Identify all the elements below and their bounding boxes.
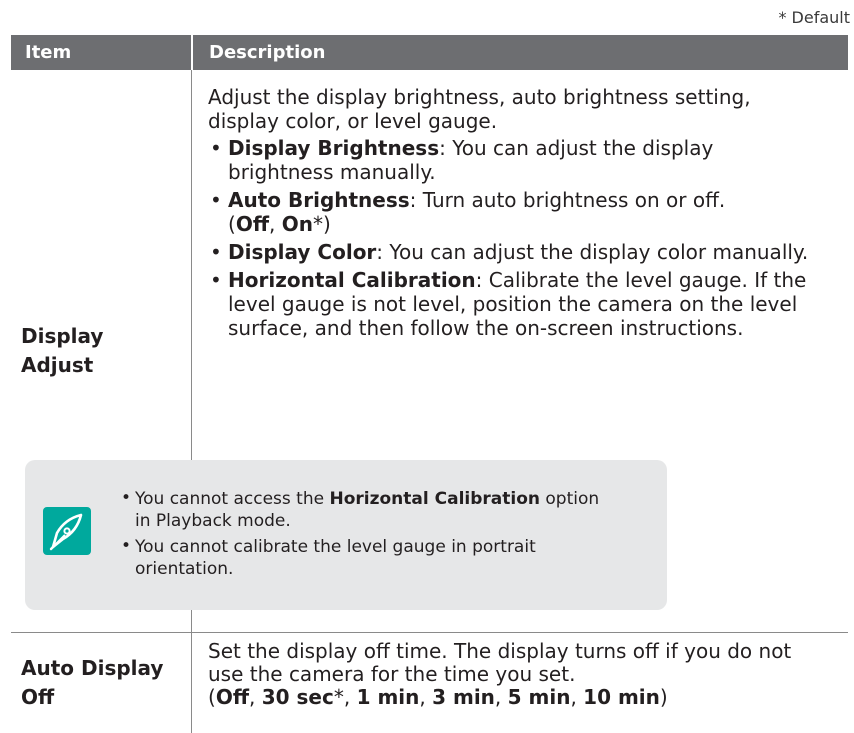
item-label-line: Display (21, 324, 104, 348)
description-cell: Set the display off time. The display tu… (191, 633, 848, 733)
option-list: Display Brightness: You can adjust the d… (208, 136, 842, 340)
default-mark: * (333, 685, 344, 709)
desc-text: Set the display off time. The display tu… (208, 639, 792, 663)
table-row: Display Adjust Adjust the display bright… (11, 70, 848, 633)
list-item: Display Color: You can adjust the displa… (208, 240, 842, 264)
note-text: in Playback mode. (135, 511, 291, 531)
note-box: You cannot access the Horizontal Calibra… (25, 460, 667, 610)
note-text: You cannot access the (135, 489, 330, 509)
default-note: * Default (778, 8, 850, 27)
table-row: Auto Display Off Set the display off tim… (11, 633, 848, 733)
option-value: 10 min (583, 685, 660, 709)
note-text: option (539, 489, 600, 509)
note-text: You cannot calibrate the level gauge in … (135, 537, 536, 557)
option-value: Off (215, 685, 250, 709)
list-item: You cannot calibrate the level gauge in … (121, 535, 653, 580)
option-value: Off (235, 212, 270, 236)
term-desc: : Calibrate the level gauge. If the (475, 268, 807, 292)
desc-text: use the camera for the time you set. (208, 662, 576, 686)
option-value: 5 min (507, 685, 571, 709)
term-desc: : You can adjust the display color manua… (376, 240, 809, 264)
list-item: Auto Brightness: Turn auto brightness on… (208, 188, 842, 236)
default-mark: * (312, 212, 323, 236)
term-desc: : You can adjust the display (439, 136, 714, 160)
term-desc: : Turn auto brightness on or off. (409, 188, 726, 212)
item-label-line: Adjust (21, 353, 94, 377)
header-item: Item (25, 42, 72, 63)
term: Horizontal Calibration (228, 268, 476, 292)
option-value: On (281, 212, 313, 236)
option-value: 3 min (432, 685, 495, 709)
term-desc: level gauge is not level, position the c… (228, 292, 798, 316)
note-term: Horizontal Calibration (329, 489, 540, 509)
header-description: Description (191, 35, 848, 70)
term-desc: surface, and then follow the on-screen i… (228, 316, 744, 340)
term: Display Color (228, 240, 377, 264)
list-item: Display Brightness: You can adjust the d… (208, 136, 842, 184)
pen-nib-icon (43, 507, 91, 555)
intro-text: display color, or level gauge. (208, 109, 498, 133)
option-value: 30 sec (261, 685, 334, 709)
item-cell: Auto Display Off (11, 633, 191, 733)
intro-text: Adjust the display brightness, auto brig… (208, 85, 751, 109)
note-text: orientation. (135, 559, 234, 579)
settings-table: Item Description Display Adjust Adjust t… (11, 35, 848, 733)
note-list: You cannot access the Horizontal Calibra… (121, 487, 653, 584)
description-cell: Adjust the display brightness, auto brig… (25, 70, 848, 632)
item-label-line: Auto Display (21, 656, 164, 680)
table-header: Item Description (11, 35, 848, 70)
term: Auto Brightness (228, 188, 410, 212)
option-value: 1 min (356, 685, 420, 709)
term-desc: brightness manually. (228, 160, 436, 184)
options-line: (Off, 30 sec*, 1 min, 3 min, 5 min, 10 m… (208, 685, 668, 709)
item-label-line: Off (21, 685, 55, 709)
list-item: You cannot access the Horizontal Calibra… (121, 487, 653, 532)
list-item: Horizontal Calibration: Calibrate the le… (208, 268, 842, 340)
term: Display Brightness (228, 136, 440, 160)
